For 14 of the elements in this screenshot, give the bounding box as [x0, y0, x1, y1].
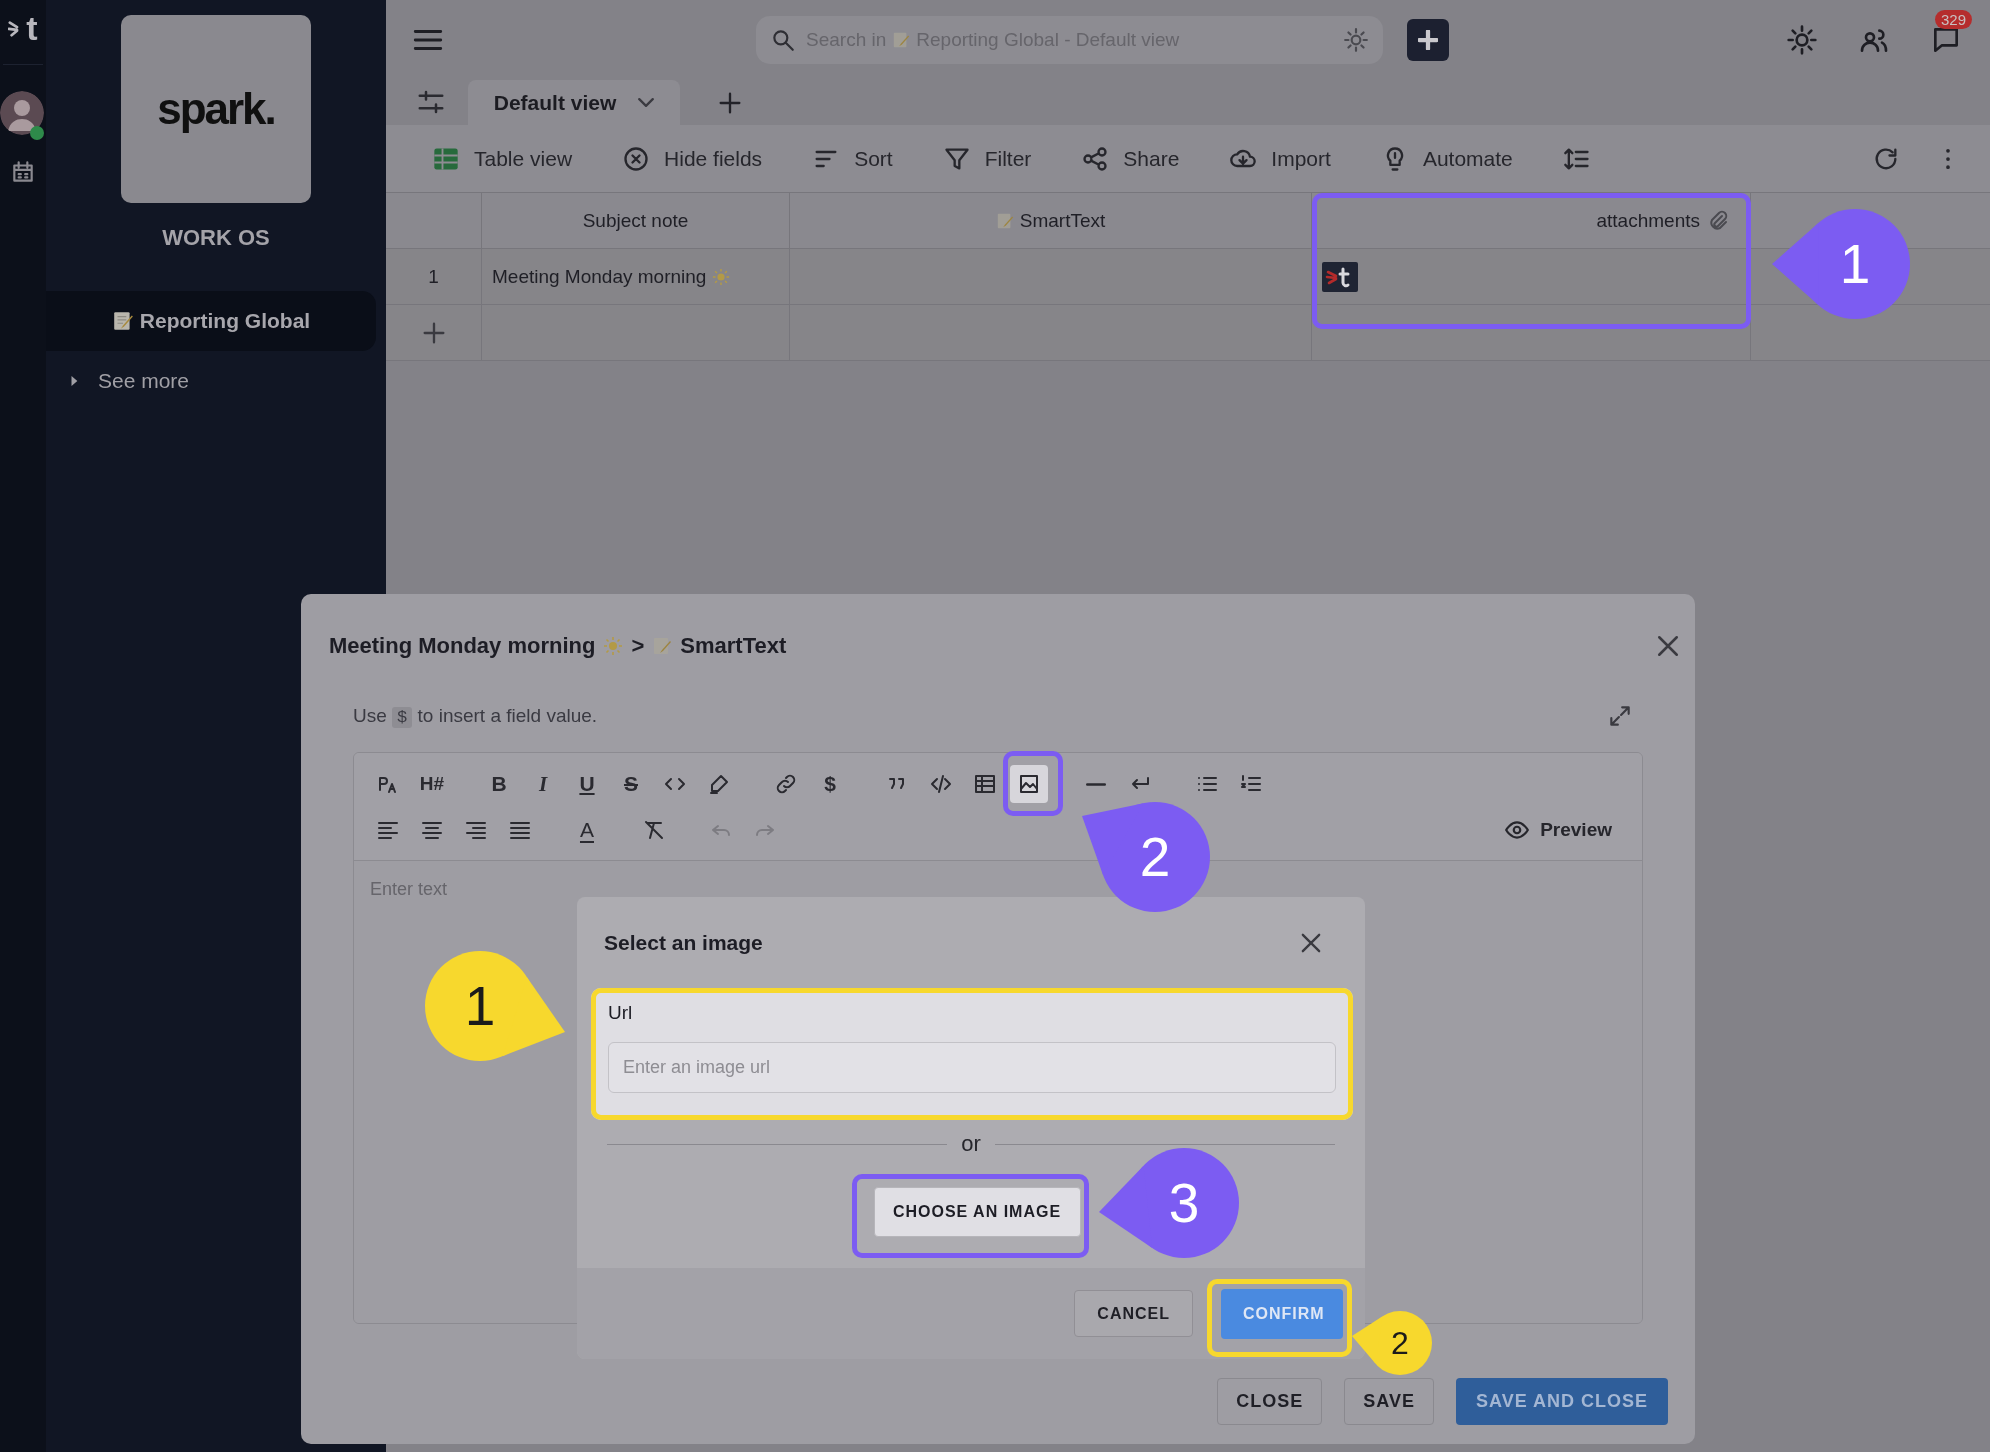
- field-value-hint: Use $ to insert a field value.: [353, 705, 598, 727]
- step-callout-overlay: 1: [423, 949, 567, 1063]
- or-divider-text: or: [961, 1131, 981, 1157]
- step-callout-overlay: 1: [1770, 207, 1912, 321]
- modal-title: Meeting Monday morning > SmartText: [329, 633, 787, 659]
- workspace-name: WORK OS: [162, 225, 270, 251]
- dialog-title: Select an image: [604, 930, 763, 955]
- workspace-logo: spark.: [121, 15, 311, 203]
- row-number: 1: [386, 249, 482, 305]
- notification-badge: 329: [1934, 10, 1972, 29]
- step-callout-overlay: 2: [1080, 800, 1212, 914]
- step-callout-overlay: 3: [1097, 1146, 1241, 1260]
- url-label: Url: [608, 1002, 634, 1025]
- step-callout-overlay: 2: [1350, 1309, 1434, 1377]
